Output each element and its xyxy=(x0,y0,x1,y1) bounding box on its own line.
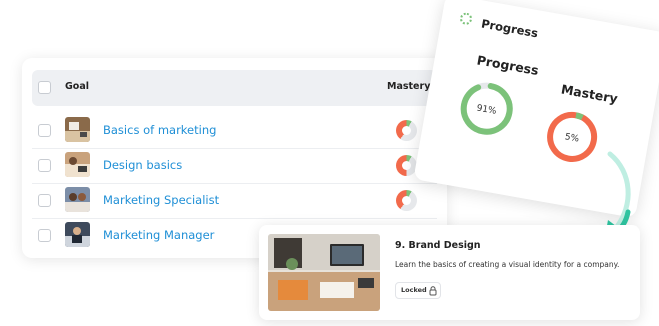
goal-link[interactable]: Marketing Specialist xyxy=(103,193,219,207)
goals-table-header: Goal Mastery xyxy=(32,70,437,106)
goal-link[interactable]: Basics of marketing xyxy=(103,123,216,137)
mastery-column-header: Mastery xyxy=(387,81,431,92)
table-row[interactable]: Marketing Specialist xyxy=(32,183,437,219)
locked-status-badge: Locked xyxy=(395,282,441,299)
row-checkbox[interactable] xyxy=(38,194,51,207)
row-checkbox[interactable] xyxy=(38,159,51,172)
lesson-card[interactable]: 9. Brand Design Learn the basics of crea… xyxy=(259,225,640,320)
mastery-value: 5% xyxy=(564,132,580,144)
lock-icon xyxy=(429,286,437,296)
table-row[interactable]: Design basics xyxy=(32,148,437,184)
goal-link[interactable]: Design basics xyxy=(103,158,182,172)
mastery-pie xyxy=(396,155,417,176)
locked-label: Locked xyxy=(401,286,427,294)
goal-column-header: Goal xyxy=(65,81,89,92)
progress-card-title: Progress xyxy=(480,16,540,41)
lesson-description: Learn the basics of creating a visual id… xyxy=(395,260,620,269)
select-all-checkbox[interactable] xyxy=(38,81,51,94)
row-checkbox[interactable] xyxy=(38,229,51,242)
workspace-photo-icon xyxy=(65,152,90,177)
mastery-pie xyxy=(396,120,417,141)
loading-icon xyxy=(459,11,473,26)
lesson-title: 9. Brand Design xyxy=(395,240,481,251)
team-photo-icon xyxy=(65,187,90,212)
goal-link[interactable]: Marketing Manager xyxy=(103,228,214,242)
mastery-ring-label: Mastery xyxy=(559,81,619,107)
progress-value: 91% xyxy=(476,104,498,117)
mastery-pie xyxy=(396,190,417,211)
progress-ring-label: Progress xyxy=(475,52,540,79)
table-row[interactable]: Basics of marketing xyxy=(32,113,437,149)
manager-photo-icon xyxy=(65,222,90,247)
desk-photo-icon xyxy=(65,117,90,142)
row-checkbox[interactable] xyxy=(38,124,51,137)
desk-workspace-photo-icon xyxy=(268,234,380,311)
progress-ring: 91% xyxy=(460,82,513,135)
